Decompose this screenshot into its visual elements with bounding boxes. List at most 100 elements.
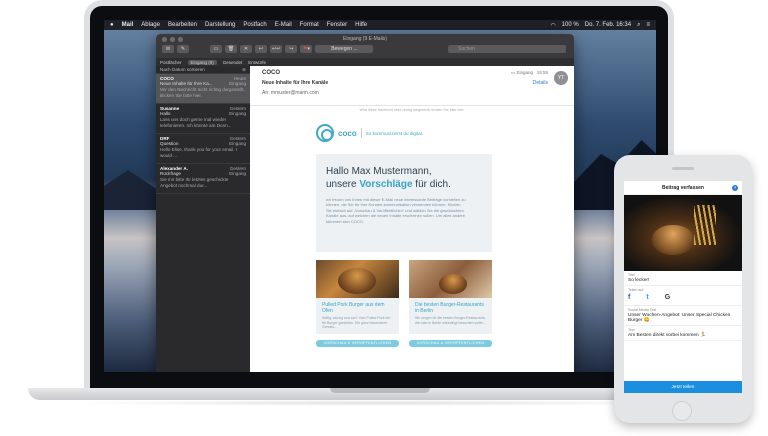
move-label: Bewegen ... — [331, 46, 358, 52]
sort-row[interactable]: Nach Datum sortieren ⊜ — [156, 66, 250, 74]
delete-button[interactable]: 🗑 — [225, 45, 237, 53]
desktop-mountain-left — [104, 170, 164, 210]
mail-titlebar: Eingang (9 E-Mails) ✉ ✎ ▭ 🗑 ✕ ↩ ↩↩ ↪ ⚑ ▾ … — [156, 34, 574, 58]
favorite-mailboxes[interactable]: Postfächer — [160, 60, 182, 65]
list-item[interactable]: COCO Heute Neue Inhalte für Ihre Ka... Ein… — [156, 74, 250, 104]
list-item[interactable]: Susanne Gestern Hallo Eingang Lass uns doc… — [156, 104, 250, 134]
post-image[interactable] — [624, 195, 742, 271]
reply-button[interactable]: ↩ — [255, 45, 267, 53]
subject: Rückfrage — [160, 171, 181, 176]
laptop-shadow — [60, 400, 700, 406]
subject: Hallo — [160, 111, 171, 116]
headline-highlight: Vorschläge — [359, 178, 413, 190]
list-item[interactable]: DRF Gestern Question Eingang Hello Elise, … — [156, 134, 250, 164]
subject: Neue Inhalte für Ihre Ka... — [160, 81, 213, 86]
compose-button[interactable]: ✎ — [177, 45, 189, 53]
wifi-icon[interactable]: ◠ — [550, 22, 555, 29]
menu-app-name[interactable]: Mail — [122, 22, 134, 28]
facebook-icon[interactable]: f — [628, 294, 630, 301]
menu-item-fenster[interactable]: Fenster — [327, 22, 347, 28]
filter-icon[interactable]: ⊜ — [242, 67, 246, 73]
get-mail-button[interactable]: ✉ — [162, 45, 174, 53]
menu-icon[interactable]: ≡ — [646, 22, 650, 28]
message-header: COCO Neue Inhalte für Ihre Kanäle An: mm… — [250, 66, 574, 106]
menu-item-bearbeiten[interactable]: Bearbeiten — [168, 22, 197, 28]
fries-shape — [694, 205, 716, 245]
mailbox: Eingang — [229, 171, 246, 176]
to-address[interactable]: mmuster@mann.com — [271, 90, 319, 96]
mailbox: Eingang — [229, 141, 246, 146]
archive-button[interactable]: ▭ — [210, 45, 222, 53]
title-value[interactable]: So lecker! — [628, 278, 738, 283]
move-button[interactable]: Bewegen ... — [315, 45, 374, 53]
details-link[interactable]: Details — [533, 80, 548, 86]
headline-post: für dich. — [412, 178, 451, 190]
brand-name: coco — [338, 128, 357, 138]
social-text-field[interactable]: Social-Media Text Unser Wochen-Angebot: … — [624, 306, 742, 326]
phone-title: Beitrag verfassen ? — [624, 181, 742, 195]
favorite-sent[interactable]: Gesendet — [223, 60, 243, 65]
card-title[interactable]: Die besten Burger-Restaurants in Berlin — [409, 298, 492, 314]
text-value[interactable]: Am Besten direkt vorbei kommen 🏃 — [628, 333, 738, 338]
text-field[interactable]: Text Am Besten direkt vorbei kommen 🏃 — [624, 326, 742, 341]
article-cards: Pulled Pork Burger aus dem Ofen Saftig, … — [316, 260, 492, 334]
reader-mailbox: Eingang — [516, 70, 533, 75]
sort-label[interactable]: Nach Datum sortieren — [160, 67, 205, 72]
preview: Hello Elise, thank you for your email. I… — [160, 147, 238, 158]
display-notice[interactable]: Wird diese Nachricht nicht richtig darge… — [250, 108, 574, 112]
brand-tagline: So kommunizierst du digital. — [365, 130, 424, 136]
google-icon[interactable]: G — [665, 294, 670, 301]
restaurant-image — [409, 260, 492, 298]
junk-button[interactable]: ✕ — [240, 45, 252, 53]
favorite-drafts[interactable]: Entwürfe — [248, 60, 266, 65]
twitter-icon[interactable]: t — [646, 294, 648, 301]
preview-publish-button[interactable]: VORSCHAU & VERÖFFENTLICHEN — [316, 339, 399, 347]
social-text-value[interactable]: Unser Wochen-Angebot: Unser Special Chic… — [628, 313, 738, 323]
search-input[interactable]: Suchen — [448, 45, 566, 53]
menu-item-darstellung[interactable]: Darstellung — [205, 22, 235, 28]
home-button[interactable] — [672, 401, 692, 421]
title-label: Titel — [628, 273, 635, 277]
reader-time: 15:55 — [536, 70, 548, 75]
menu-item-hilfe[interactable]: Hilfe — [355, 22, 367, 28]
clock[interactable]: Do. 7. Feb. 16:34 — [585, 22, 631, 28]
mailbox: Eingang — [229, 81, 246, 86]
menu-item-format[interactable]: Format — [300, 22, 319, 28]
menu-item-postfach[interactable]: Postfach — [243, 22, 266, 28]
phone-speaker — [672, 167, 694, 170]
preview-publish-button[interactable]: VORSCHAU & VERÖFFENTLICHEN — [409, 339, 492, 347]
card-buttons: VORSCHAU & VERÖFFENTLICHEN VORSCHAU & VE… — [316, 339, 492, 347]
share-now-button[interactable]: Jetzt teilen — [624, 381, 742, 393]
hero-box: Hallo Max Mustermann, unsere Vorschläge f… — [316, 154, 492, 252]
reader-recipient: An: mmuster@mann.com — [262, 90, 562, 96]
title-field[interactable]: Titel So lecker! — [624, 271, 742, 286]
menu-item-email[interactable]: E-Mail — [275, 22, 292, 28]
forward-button[interactable]: ↪ — [285, 45, 298, 53]
preview: Sie mir bitte Ihr letztes geschickte Ang… — [160, 177, 229, 188]
social-text-label: Social-Media Text — [628, 308, 657, 312]
favorite-inbox[interactable]: Eingang (9) — [187, 59, 217, 65]
search-icon[interactable]: ⌕ — [637, 22, 640, 29]
menu-item-ablage[interactable]: Ablage — [141, 22, 160, 28]
brand-header: coco So kommunizierst du digital. — [316, 124, 492, 142]
apple-icon[interactable]: ● — [110, 22, 114, 28]
card-text: Saftig, würzig und zart: Vom Pulled Pork… — [322, 316, 390, 330]
burger-image — [316, 260, 399, 298]
phone-screen: Beitrag verfassen ? Titel So lecker! Tei… — [624, 181, 742, 393]
reply-all-button[interactable]: ↩↩ — [270, 45, 283, 53]
folder-icon: ▭ — [510, 70, 516, 75]
favorites-bar: Postfächer Eingang (9) Gesendet Entwürfe — [156, 58, 574, 66]
article-card[interactable]: Die besten Burger-Restaurants in Berlin … — [409, 260, 492, 334]
phone: Beitrag verfassen ? Titel So lecker! Tei… — [614, 155, 752, 423]
battery-text[interactable]: 100 % — [562, 22, 579, 28]
preview: Lass uns doch gerne mal wieder telefonie… — [160, 117, 232, 128]
hero-heading: Hallo Max Mustermann, unsere Vorschläge f… — [326, 166, 482, 191]
message-list: Nach Datum sortieren ⊜ COCO Heute Neue In… — [156, 66, 250, 372]
list-item[interactable]: Alexander A. Gestern Rückfrage Eingang Sie… — [156, 164, 250, 194]
flag-button[interactable]: ⚑ ▾ — [300, 45, 313, 53]
headline-pre: unsere — [326, 178, 360, 190]
card-title[interactable]: Pulled Pork Burger aus dem Ofen — [316, 298, 399, 314]
article-card[interactable]: Pulled Pork Burger aus dem Ofen Saftig, … — [316, 260, 399, 334]
laptop-screen: ● Mail Ablage Bearbeiten Darstellung Pos… — [104, 20, 656, 372]
help-icon[interactable]: ? — [732, 185, 738, 191]
